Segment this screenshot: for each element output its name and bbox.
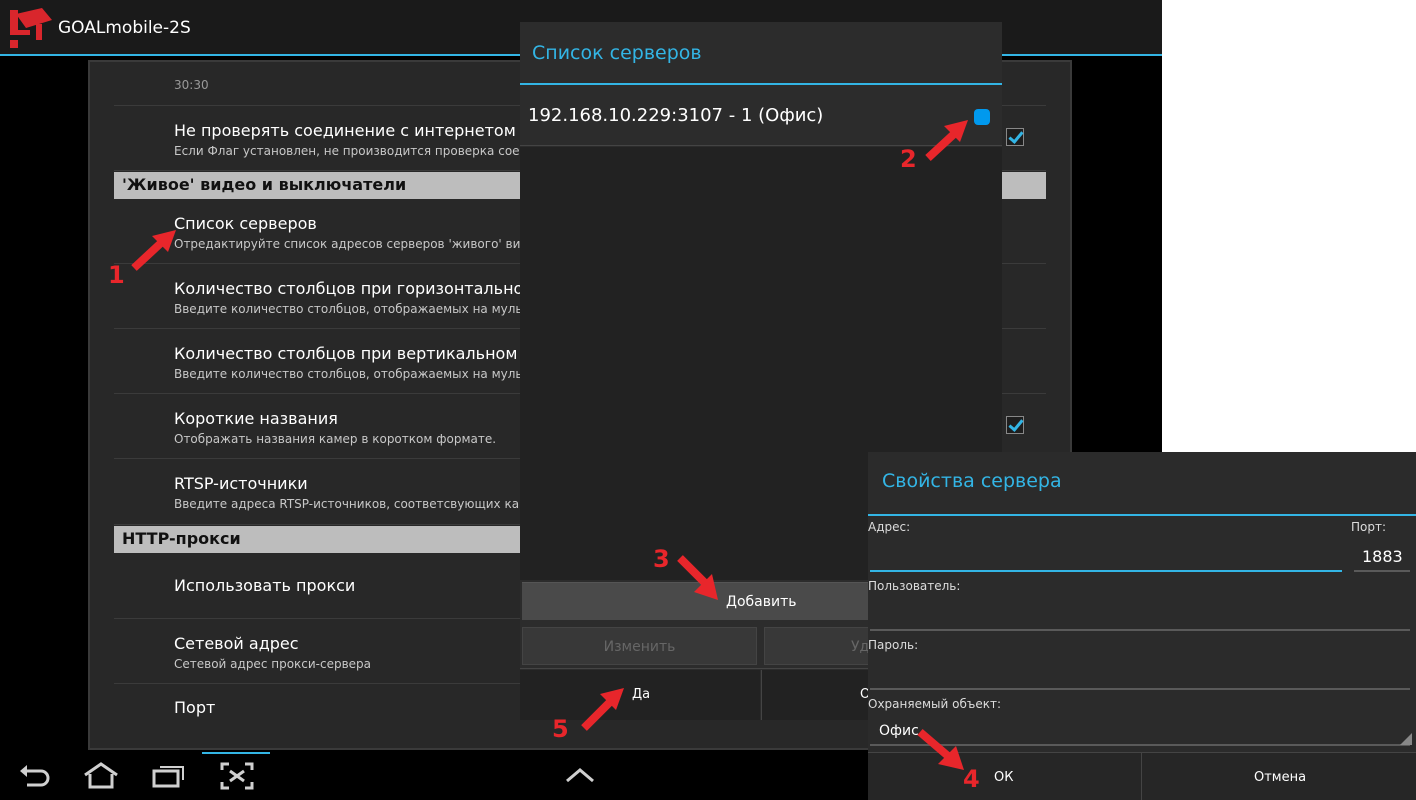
- dialog-title-divider: [868, 514, 1416, 516]
- user-label: Пользователь:: [868, 579, 961, 593]
- settings-item-summary: Введите количество столбцов, отображаемы…: [174, 302, 544, 316]
- password-field-underline: [870, 688, 1410, 690]
- settings-item-title: Не проверять соединение с интернетом: [174, 121, 516, 140]
- settings-item-title: Использовать прокси: [174, 576, 356, 595]
- back-icon: [20, 765, 50, 787]
- cancel-button-label: Отмена: [1254, 770, 1307, 785]
- settings-item-summary: Если Флаг установлен, не производится пр…: [174, 144, 544, 158]
- annotation-step-2: 2: [900, 145, 917, 173]
- password-field[interactable]: [870, 656, 1410, 690]
- settings-item-summary: Введите количество столбцов, отображаемы…: [174, 367, 544, 381]
- short-names-checkbox[interactable]: [1006, 416, 1024, 434]
- add-server-button-label: Добавить: [726, 594, 797, 610]
- dropdown-corner-icon: [1400, 733, 1412, 745]
- delete-server-button-label: Уд: [851, 639, 870, 655]
- settings-item-title: Количество столбцов при горизонтальном р…: [174, 279, 561, 298]
- port-field[interactable]: 1883: [1362, 547, 1403, 566]
- address-field[interactable]: [870, 538, 1342, 572]
- no-internet-check-checkbox[interactable]: [1006, 128, 1024, 146]
- settings-item-title: Список серверов: [174, 214, 317, 233]
- category-label: HTTP-прокси: [122, 529, 241, 548]
- back-button[interactable]: [0, 752, 68, 800]
- settings-item-title: Количество столбцов при вертикальном рас…: [174, 344, 562, 363]
- object-select[interactable]: Офис: [879, 723, 919, 739]
- annotation-arrow-5: [581, 688, 624, 731]
- user-field[interactable]: [870, 597, 1410, 631]
- server-select-radio[interactable]: [974, 109, 990, 125]
- recent-apps-icon: [152, 766, 184, 788]
- category-label: 'Живое' видео и выключатели: [122, 175, 407, 194]
- ok-button[interactable]: ОК: [868, 753, 1140, 800]
- edit-server-button[interactable]: Изменить: [522, 627, 757, 665]
- settings-item-title: Сетевой адрес: [174, 634, 299, 653]
- annotation-step-4: 4: [963, 765, 980, 793]
- annotation-step-5: 5: [552, 715, 569, 743]
- camera-logo-icon[interactable]: [8, 6, 52, 50]
- settings-item-truncated-value: 30:30: [174, 78, 209, 92]
- annotation-arrow-4: [917, 728, 964, 770]
- chevron-up-icon: [566, 768, 594, 783]
- app-title: GOALmobile-2S: [58, 18, 191, 38]
- settings-item-title: RTSP-источники: [174, 474, 308, 493]
- settings-item-summary: Введите адреса RTSP-источников, соответс…: [174, 497, 536, 511]
- password-label: Пароль:: [868, 638, 919, 652]
- cancel-button[interactable]: Отмена: [1141, 753, 1416, 800]
- home-button[interactable]: [66, 752, 134, 800]
- object-label: Охраняемый объект:: [868, 697, 1001, 711]
- screenshot-icon: [220, 762, 254, 790]
- settings-item-title: Порт: [174, 698, 216, 717]
- settings-item-summary: Отображать названия камер в коротком фор…: [174, 432, 497, 446]
- yes-button[interactable]: Да: [520, 670, 760, 720]
- port-label: Порт:: [1351, 520, 1387, 534]
- recent-apps-button[interactable]: [134, 752, 202, 800]
- screenshot-button[interactable]: [202, 752, 270, 800]
- annotation-arrow-2: [925, 120, 968, 161]
- ok-button-label: ОК: [994, 770, 1014, 785]
- server-properties-title: Свойства сервера: [882, 470, 1062, 492]
- server-list-item-label: 192.168.10.229:3107 - 1 (Офис): [528, 105, 824, 126]
- nav-expand-button[interactable]: [546, 752, 614, 800]
- annotation-step-3: 3: [653, 545, 670, 573]
- home-icon: [84, 762, 118, 789]
- user-field-underline: [870, 629, 1410, 631]
- dialog-title-divider: [520, 83, 1002, 85]
- settings-item-title: Короткие названия: [174, 409, 338, 428]
- yes-button-label: Да: [632, 687, 651, 702]
- annotation-arrow-3: [677, 555, 718, 600]
- address-field-underline: [870, 570, 1342, 572]
- edit-server-button-label: Изменить: [603, 639, 676, 655]
- annotation-step-1: 1: [108, 261, 125, 289]
- annotation-arrow-1: [131, 230, 176, 271]
- settings-item-summary: Сетевой адрес прокси-сервера: [174, 657, 372, 671]
- server-list-dialog-title: Список серверов: [532, 42, 702, 64]
- address-label: Адрес:: [868, 520, 911, 534]
- settings-item-summary: Отредактируйте список адресов серверов '…: [174, 237, 544, 251]
- port-field-underline: [1354, 570, 1410, 572]
